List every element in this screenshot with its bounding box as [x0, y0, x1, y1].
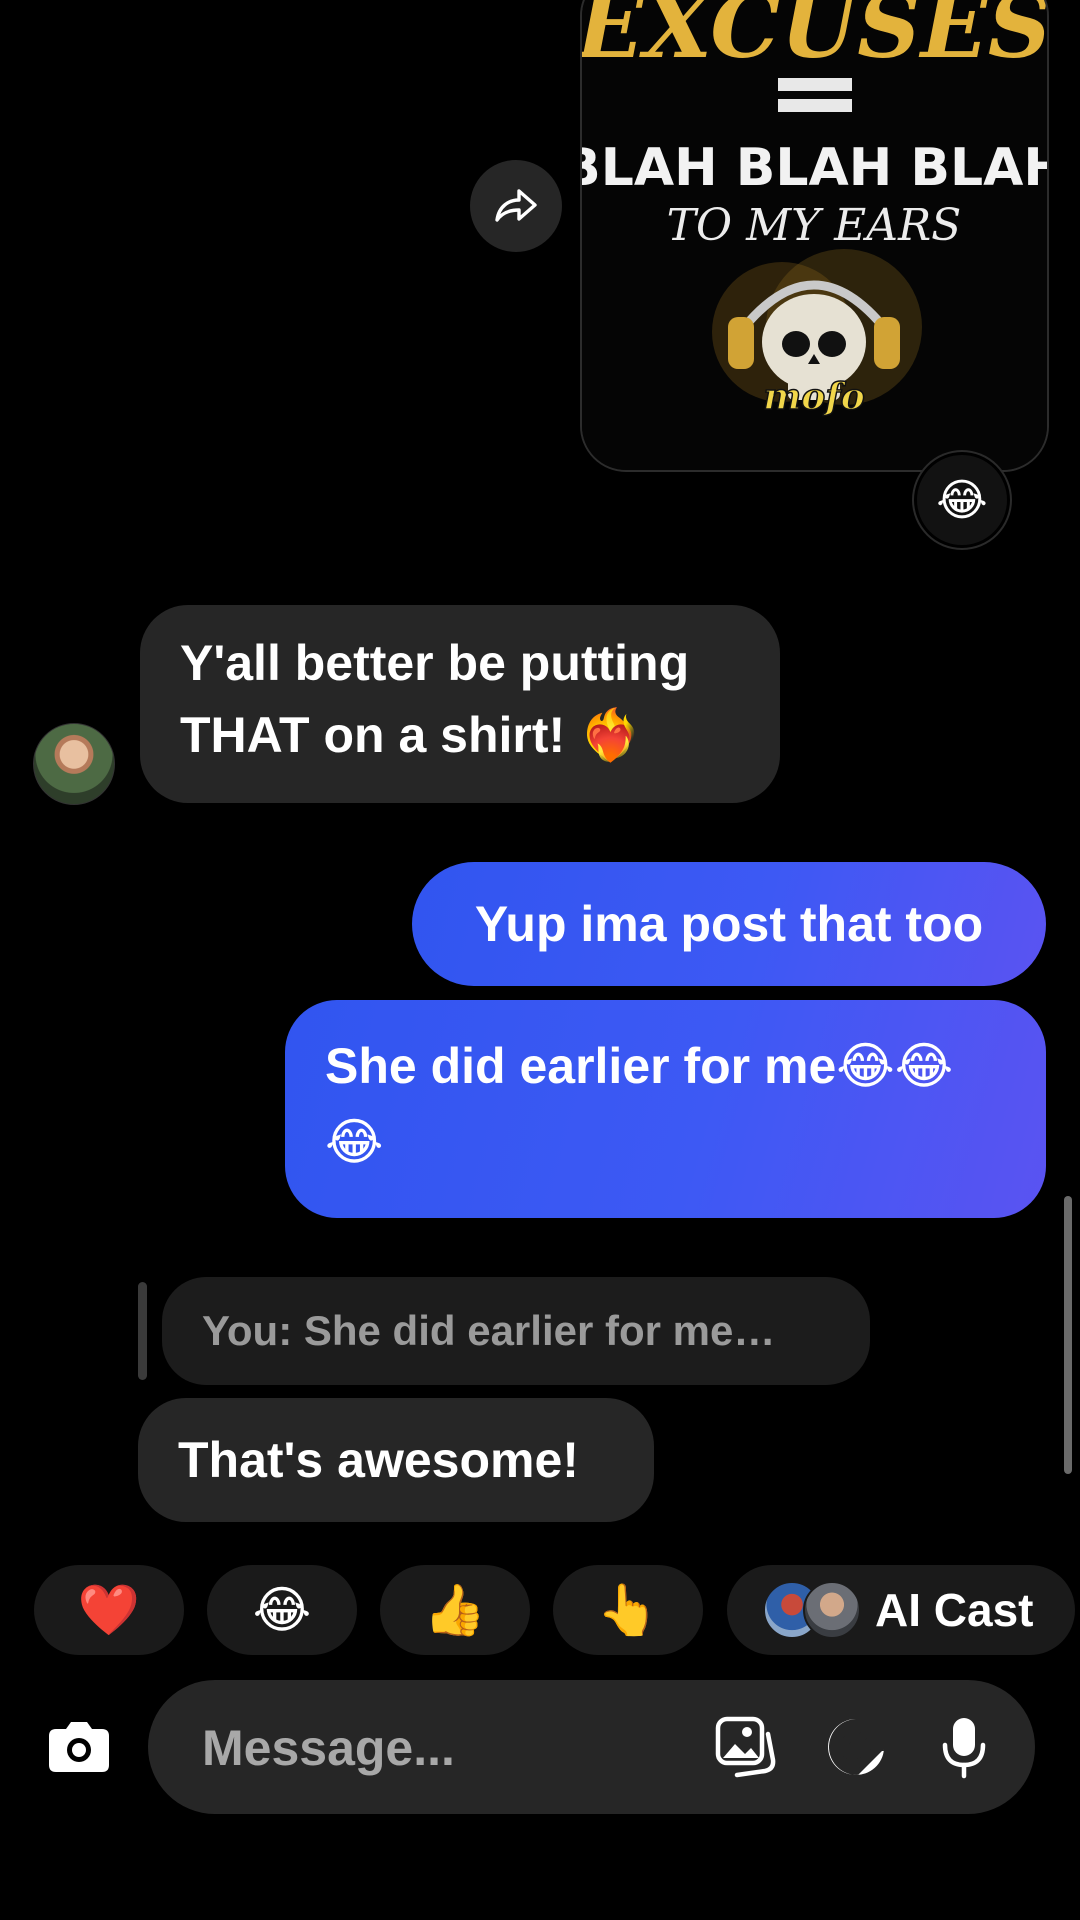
reply-indicator-bar	[138, 1282, 147, 1380]
heart-emoji-icon: ❤️	[77, 1581, 141, 1638]
share-arrow-icon	[495, 189, 537, 222]
gallery-button[interactable]	[714, 1715, 778, 1779]
reply-preview-text: You: She did earlier for me…	[202, 1307, 776, 1354]
message-text-line: She did earlier for me😂😂	[325, 1038, 954, 1094]
contact-avatar[interactable]	[33, 723, 115, 805]
thumbs-up-emoji-icon: 👍	[423, 1581, 487, 1638]
microphone-icon	[942, 1718, 986, 1779]
art-line-excuses: EXCUSES	[582, 0, 1047, 78]
voice-message-button[interactable]	[932, 1715, 996, 1779]
camera-button[interactable]	[44, 1712, 114, 1782]
ai-cast-avatar	[803, 1581, 861, 1639]
reply-preview[interactable]: You: She did earlier for me…	[162, 1277, 870, 1385]
scrollbar[interactable]	[1064, 1196, 1072, 1474]
message-bubble-outgoing[interactable]: She did earlier for me😂😂 😂	[285, 1000, 1046, 1218]
message-text-line: 😂	[325, 1114, 384, 1170]
ai-cast-label: AI Cast	[875, 1584, 1034, 1636]
message-bubble-outgoing[interactable]: Yup ima post that too	[412, 862, 1046, 986]
art-logo: mofo	[763, 376, 865, 418]
art-equals-bottom	[778, 99, 852, 112]
quick-reaction-point-up[interactable]: 👆	[553, 1565, 703, 1655]
ai-cast-button[interactable]: AI Cast	[727, 1565, 1075, 1655]
quick-reaction-heart[interactable]: ❤️	[34, 1565, 184, 1655]
message-bubble-incoming[interactable]: Y'all better be putting THAT on a shirt!…	[140, 605, 780, 803]
art-line-to-my-ears: TO MY EARS	[667, 200, 962, 251]
quick-reaction-thumbs-up[interactable]: 👍	[380, 1565, 530, 1655]
message-input[interactable]	[200, 1710, 684, 1786]
message-bubble-incoming[interactable]: That's awesome!	[138, 1398, 654, 1522]
message-text: That's awesome!	[178, 1432, 579, 1488]
point-up-emoji-icon: 👆	[596, 1581, 660, 1638]
quick-reaction-laugh[interactable]: 😂	[207, 1565, 357, 1655]
message-text-line: THAT on a shirt! ❤️‍🔥	[180, 707, 642, 763]
tshirt-art: EXCUSES BLAH BLAH BLAH TO MY EARS mofo	[582, 0, 1047, 470]
laughing-emoji-icon: 😂	[936, 475, 988, 525]
camera-icon	[49, 1722, 109, 1772]
shared-post-image[interactable]: EXCUSES BLAH BLAH BLAH TO MY EARS mofo	[580, 0, 1049, 472]
sticker-button[interactable]	[824, 1715, 888, 1779]
message-text-line: Y'all better be putting	[180, 635, 690, 691]
message-composer	[148, 1680, 1035, 1814]
message-reaction-badge[interactable]: 😂	[914, 452, 1010, 548]
art-line-blah: BLAH BLAH BLAH	[582, 138, 1047, 198]
message-text: Yup ima post that too	[474, 896, 984, 952]
gallery-icon	[715, 1716, 776, 1778]
sticker-icon	[828, 1719, 885, 1776]
art-equals-top	[778, 78, 852, 91]
share-button[interactable]	[470, 160, 562, 252]
laughing-emoji-icon: 😂	[252, 1582, 312, 1638]
